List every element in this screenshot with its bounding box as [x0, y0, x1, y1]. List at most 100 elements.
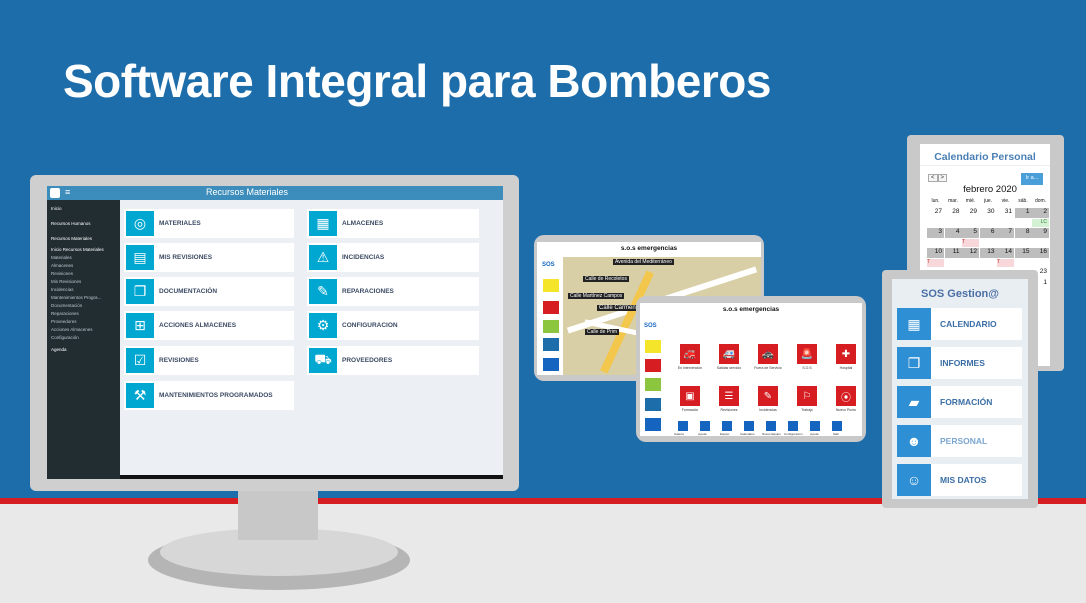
- calendar-day[interactable]: 2: [1032, 208, 1049, 218]
- reviews-button[interactable]: ☰: [719, 386, 739, 406]
- work-button[interactable]: ⚐: [797, 386, 817, 406]
- status-green[interactable]: [543, 320, 559, 333]
- status-green[interactable]: [645, 378, 661, 391]
- tile-documentacion[interactable]: ❐ DOCUMENTACIÓN: [124, 277, 294, 306]
- app-header: ≡ Recursos Materiales: [47, 186, 503, 200]
- calendar-mark: [945, 259, 962, 267]
- calendar-day[interactable]: 10: [927, 248, 944, 258]
- calendar-day[interactable]: 27: [927, 208, 944, 218]
- calendar-day[interactable]: 5: [962, 228, 979, 238]
- recycle-icon: ◎: [126, 211, 154, 236]
- truck-icon: ▦: [309, 211, 337, 236]
- calendar-nav: < >: [928, 174, 948, 182]
- tile-almacenes[interactable]: ▦ ALMACENES: [307, 209, 479, 238]
- settings-icon[interactable]: [788, 421, 798, 431]
- calendar-day[interactable]: 8: [1014, 228, 1032, 238]
- status-blue[interactable]: [543, 338, 559, 351]
- gestion-item-informes[interactable]: ❐ INFORMES: [897, 347, 1022, 379]
- status-yellow[interactable]: [645, 340, 661, 353]
- grid-icon[interactable]: [645, 418, 661, 431]
- sidebar-item-recursos-humanos[interactable]: Recursos Humanos: [51, 221, 91, 226]
- calendar-day[interactable]: 1: [1014, 208, 1032, 218]
- tile-incidencias[interactable]: ⚠ INCIDENCIAS: [307, 243, 479, 272]
- street-label: Calle Martínez Campos: [568, 293, 625, 299]
- police-car-button[interactable]: 🚓: [758, 344, 778, 364]
- training-button[interactable]: ▣: [680, 386, 700, 406]
- calendar-day[interactable]: 6: [979, 228, 997, 238]
- sidebar-item-recursos-materiales[interactable]: Recursos Materiales: [51, 236, 92, 241]
- sidebar-item-acciones-almacenes[interactable]: Acciones Almacenes: [51, 327, 93, 332]
- calendar-mark: [962, 259, 979, 267]
- status-red[interactable]: [645, 359, 661, 372]
- calendar-day[interactable]: 30: [980, 208, 997, 218]
- calendar-day[interactable]: 4: [944, 228, 962, 238]
- calendar-day[interactable]: 12: [962, 248, 979, 258]
- sidebar-item-revisiones[interactable]: Revisiones: [51, 271, 73, 276]
- new-team-icon[interactable]: [766, 421, 776, 431]
- bottom-label: Galería: [674, 432, 684, 436]
- sos-logo: SOS: [644, 323, 657, 329]
- sidebar-item-agenda[interactable]: Agenda: [51, 347, 67, 352]
- gestion-item-mis-datos[interactable]: ☺ MIS DATOS: [897, 464, 1022, 496]
- tile-reparaciones[interactable]: ✎ REPARACIONES: [307, 277, 479, 306]
- calendar-day[interactable]: 7: [997, 228, 1014, 238]
- calendar-mark: [980, 219, 997, 227]
- sidebar-item-inicio[interactable]: Inicio: [51, 206, 62, 211]
- calendar-day[interactable]: 16: [1032, 248, 1049, 258]
- sidebar-item-almacenes[interactable]: Almacenes: [51, 263, 73, 268]
- tile-acciones-almacenes[interactable]: ⊞ ACCIONES ALMACENES: [124, 311, 294, 340]
- calendar-day[interactable]: 13: [979, 248, 997, 258]
- tile-mantenimientos-programados[interactable]: ⚒ MANTENIMIENTOS PROGRAMADOS: [124, 381, 294, 410]
- exit-icon[interactable]: [832, 421, 842, 431]
- sidebar-item-mis-revisiones[interactable]: Mis Revisiones: [51, 279, 81, 284]
- calendar-mark: [945, 219, 962, 227]
- calendar-icon[interactable]: [744, 421, 754, 431]
- calendar-day[interactable]: 15: [1014, 248, 1032, 258]
- tile-mis-revisiones[interactable]: ▤ MIS REVISIONES: [124, 243, 294, 272]
- tile-configuracion[interactable]: ⚙ CONFIGURACION: [307, 311, 479, 340]
- sidebar-item-incidencias[interactable]: Incidencias: [51, 287, 74, 292]
- sidebar-item-materiales[interactable]: Materiales: [51, 255, 72, 260]
- sidebar-item-reparaciones[interactable]: Reparaciones: [51, 311, 79, 316]
- calendar-day[interactable]: 3: [927, 228, 944, 238]
- calendar-day[interactable]: 9: [1032, 228, 1049, 238]
- team-icon[interactable]: [722, 421, 732, 431]
- book-icon: ▰: [897, 386, 931, 418]
- bottom-label: Configuración: [784, 432, 803, 436]
- incidents-button[interactable]: ✎: [758, 386, 778, 406]
- help-icon[interactable]: [700, 421, 710, 431]
- siren-button[interactable]: 🚨: [797, 344, 817, 364]
- gestion-item-calendario[interactable]: ▦ CALENDARIO: [897, 308, 1022, 340]
- screen-bottom-bar: [120, 475, 503, 479]
- gallery-icon[interactable]: [678, 421, 688, 431]
- fire-truck-button[interactable]: 🚒: [680, 344, 700, 364]
- status-yellow[interactable]: [543, 279, 559, 292]
- sidebar-item-inicio-recursos[interactable]: Inicio Recursos Materiales: [51, 247, 104, 252]
- tile-label: ALMACENES: [342, 220, 384, 227]
- calendar-day[interactable]: 14: [997, 248, 1014, 258]
- question-icon[interactable]: [810, 421, 820, 431]
- sidebar-item-configuracion[interactable]: Configuración: [51, 335, 79, 340]
- location-pin-button[interactable]: ⦿: [836, 386, 856, 406]
- calendar-day[interactable]: 28: [945, 208, 962, 218]
- sidebar-item-mantenimientos[interactable]: Mantenimientos Progra...: [51, 295, 101, 300]
- ambulance-button[interactable]: 🚑: [719, 344, 739, 364]
- gestion-item-personal[interactable]: ☻ PERSONAL: [897, 425, 1022, 457]
- gestion-item-formacion[interactable]: ▰ FORMACIÓN: [897, 386, 1022, 418]
- calendar-day[interactable]: 11: [944, 248, 962, 258]
- tile-revisiones[interactable]: ☑ REVISIONES: [124, 346, 294, 375]
- calendar-day[interactable]: 31: [997, 208, 1014, 218]
- calendar-mark: [945, 239, 962, 247]
- status-red[interactable]: [543, 301, 559, 314]
- calendar-day[interactable]: 29: [962, 208, 979, 218]
- sidebar-item-proveedores[interactable]: Proveedores: [51, 319, 77, 324]
- tablet-map-sidebar: SOS: [539, 258, 563, 375]
- status-blue[interactable]: [645, 398, 661, 411]
- next-month-button[interactable]: >: [937, 174, 948, 182]
- grid-icon[interactable]: [543, 358, 559, 371]
- tile-materiales[interactable]: ◎ MATERIALES: [124, 209, 294, 238]
- prev-month-button[interactable]: <: [928, 174, 938, 182]
- tile-proveedores[interactable]: ⛟ PROVEEDORES: [307, 346, 479, 375]
- sidebar-item-documentacion[interactable]: Documentación: [51, 303, 82, 308]
- hospital-button[interactable]: ✚: [836, 344, 856, 364]
